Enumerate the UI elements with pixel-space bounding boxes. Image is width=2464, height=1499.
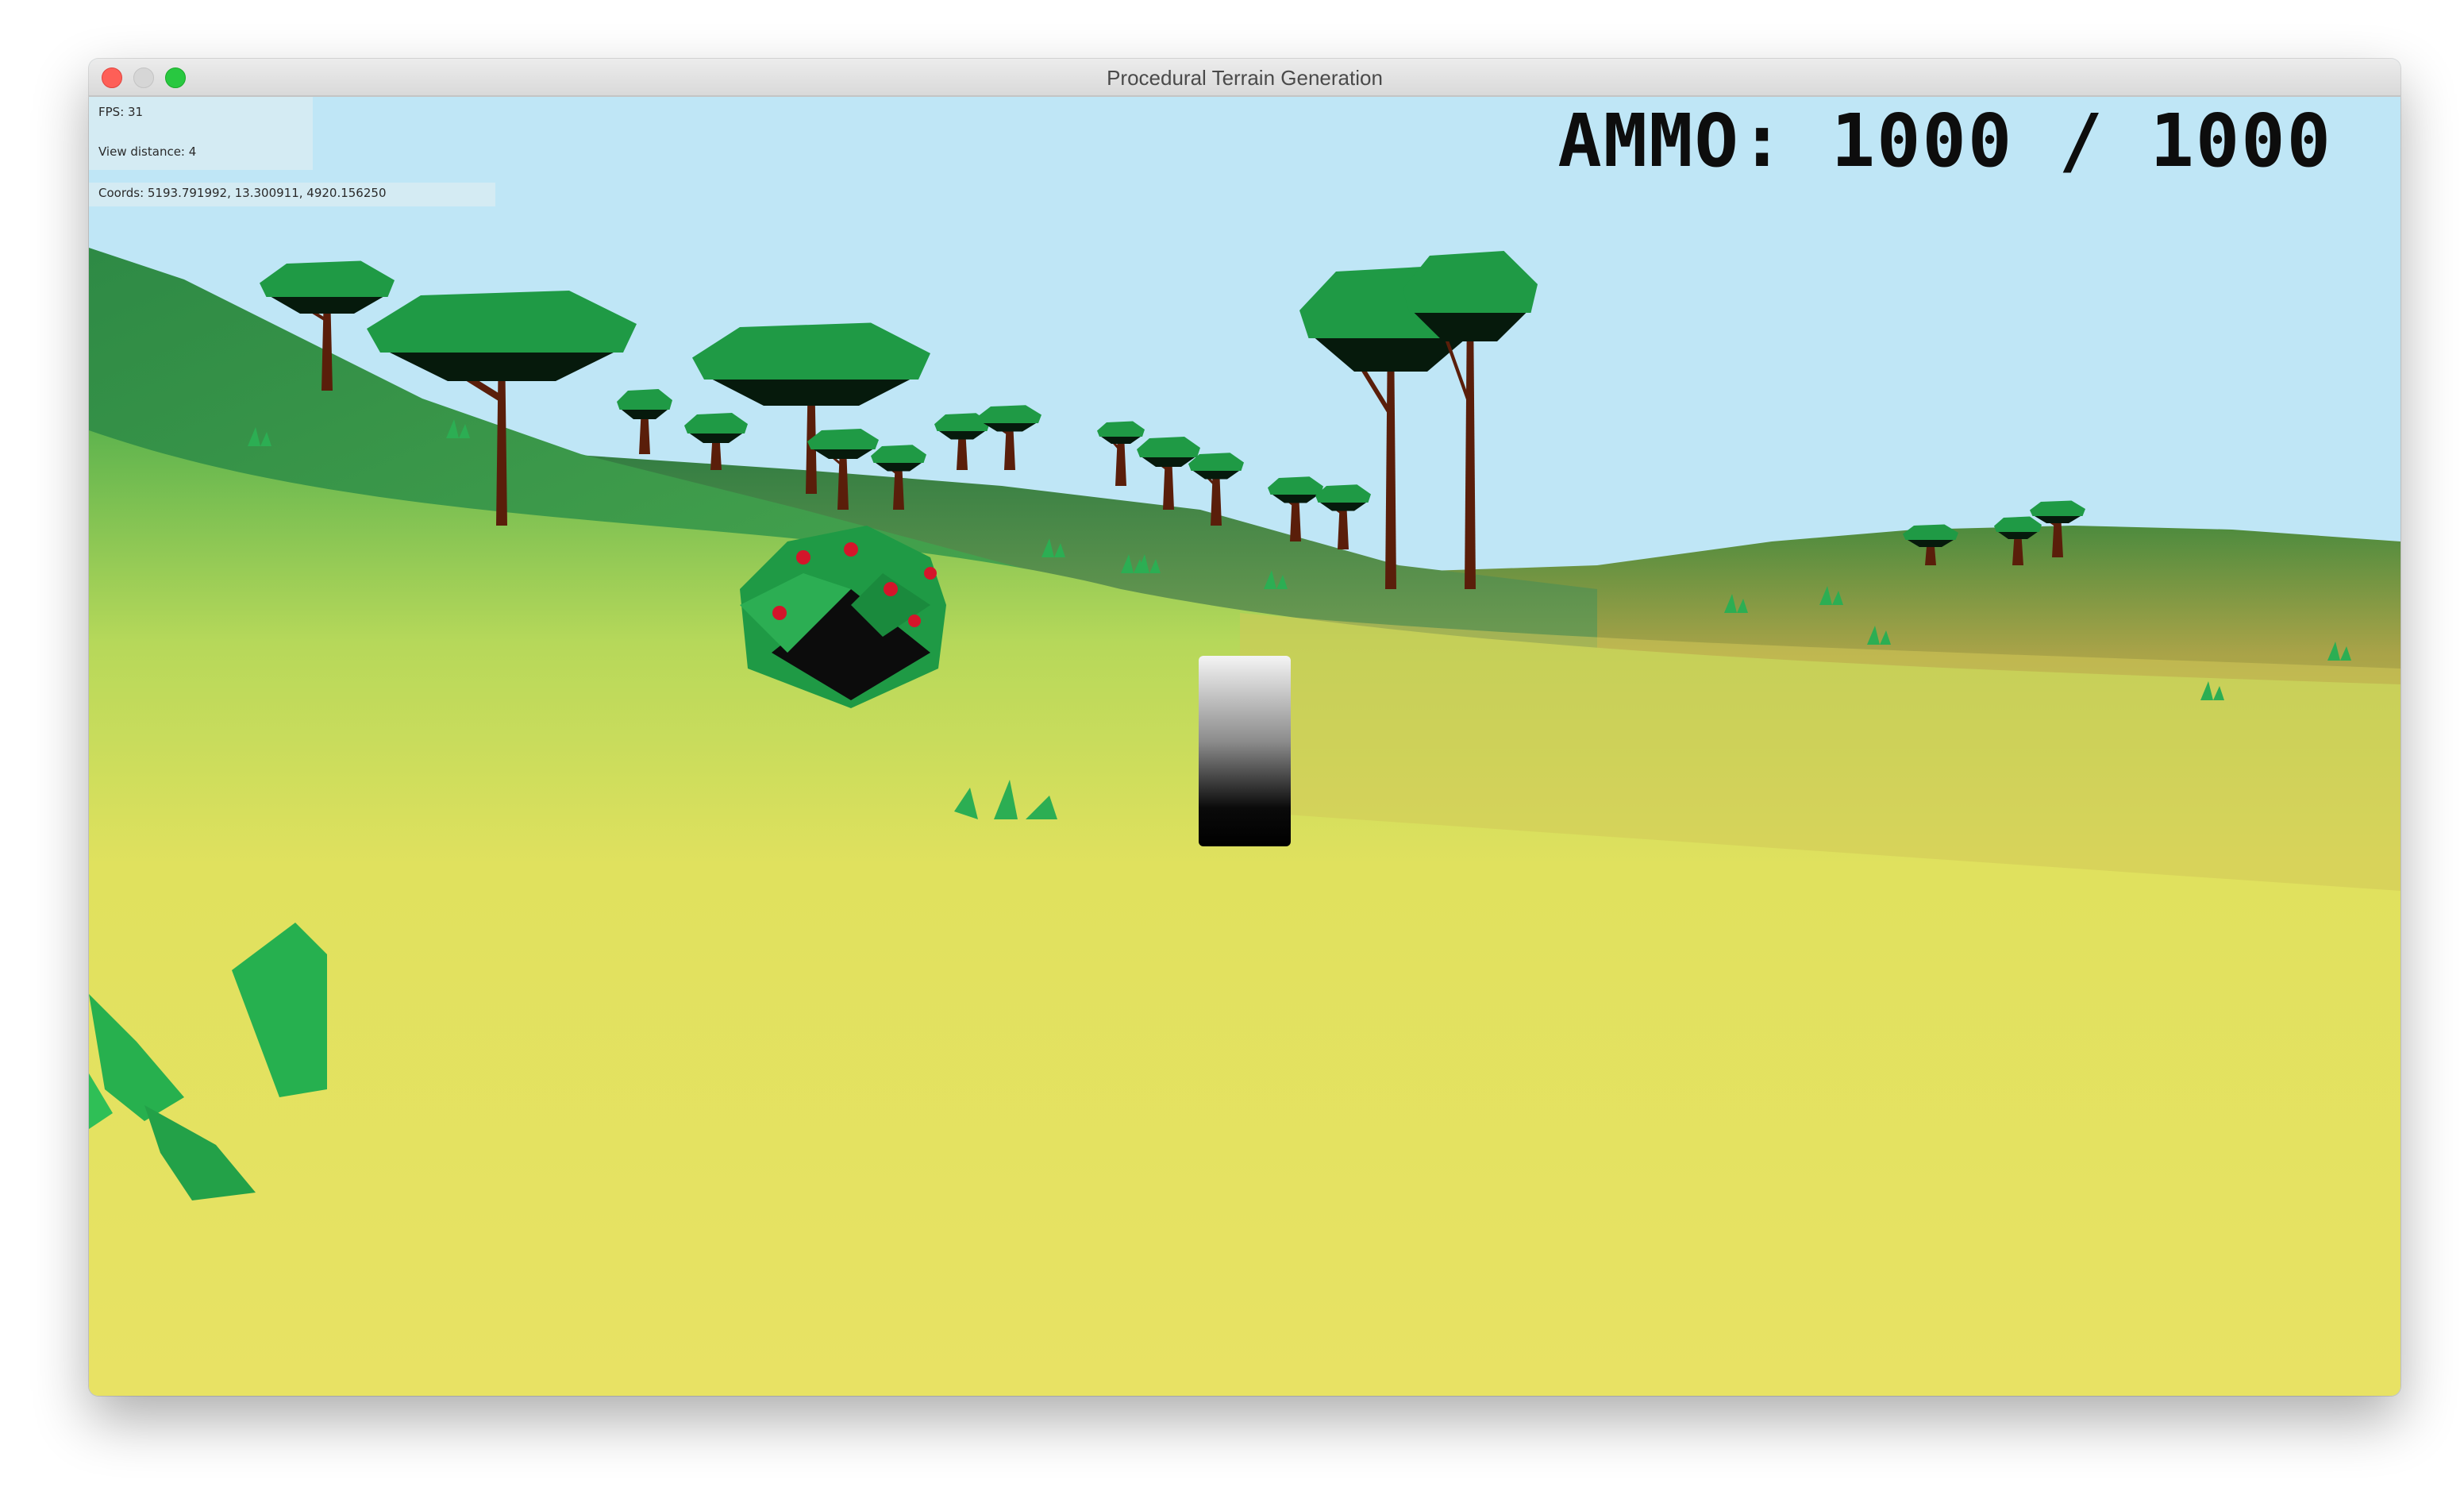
coords-readout: Coords: 5193.791992, 13.300911, 4920.156… bbox=[98, 186, 387, 200]
fps-readout: FPS: 31 bbox=[98, 105, 144, 119]
window-title: Procedural Terrain Generation bbox=[1107, 66, 1383, 90]
view-distance-readout: View distance: 4 bbox=[98, 145, 197, 159]
terrain-scene[interactable] bbox=[89, 97, 2400, 1396]
gradient-pillar bbox=[1199, 656, 1291, 846]
app-window: Procedural Terrain Generation FPS: 31 Vi… bbox=[89, 59, 2400, 1396]
game-viewport[interactable]: FPS: 31 View distance: 4 Coords: 5193.79… bbox=[89, 97, 2400, 1396]
ammo-counter: AMMO: 1000 / 1000 bbox=[1557, 98, 2332, 183]
title-bar[interactable]: Procedural Terrain Generation bbox=[89, 59, 2400, 97]
